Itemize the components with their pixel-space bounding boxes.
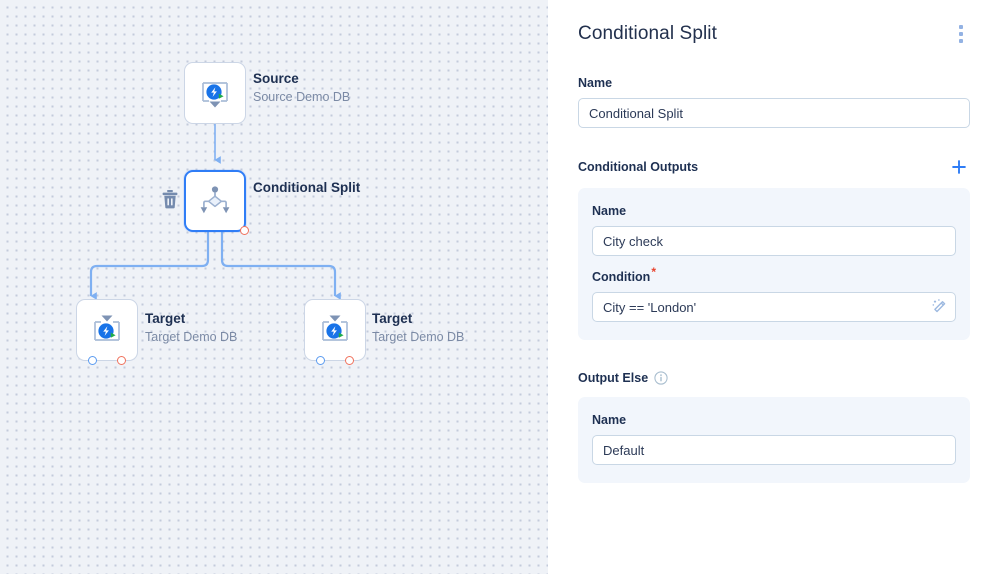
output-name-field-row: Name xyxy=(592,204,956,256)
kebab-dot xyxy=(959,39,963,43)
output-else-card: Name xyxy=(578,397,970,483)
add-conditional-output-button[interactable] xyxy=(948,156,970,178)
split-branch-icon xyxy=(200,186,230,214)
node-title: Target xyxy=(372,311,413,326)
input-port-blue[interactable] xyxy=(88,356,97,365)
flow-node-source[interactable] xyxy=(184,62,246,124)
output-name-input[interactable] xyxy=(592,226,956,256)
info-icon[interactable] xyxy=(654,371,668,385)
output-condition-label-text: Condition xyxy=(592,270,651,284)
else-name-input[interactable] xyxy=(592,435,956,465)
plus-icon xyxy=(952,160,966,174)
magic-wand-button[interactable] xyxy=(930,298,949,317)
conditional-outputs-title: Conditional Outputs xyxy=(578,160,699,174)
name-field-row: Name xyxy=(578,76,970,128)
output-else-header: Output Else xyxy=(578,370,970,386)
flow-node-target-right-label: Target Target Demo DB xyxy=(372,311,464,345)
flow-node-conditional-split[interactable] xyxy=(184,170,249,235)
output-port-red[interactable] xyxy=(345,356,354,365)
output-name-label: Name xyxy=(592,204,627,218)
output-port-red[interactable] xyxy=(117,356,126,365)
conditional-output-card: Name Condition* xyxy=(578,188,970,340)
conditional-split-editor: Source Source Demo DB Conditional Split … xyxy=(0,0,1000,574)
output-port-red[interactable] xyxy=(240,226,249,235)
delete-node-button[interactable] xyxy=(161,189,179,209)
node-subtitle: Source Demo DB xyxy=(253,90,351,104)
flow-node-target-right[interactable] xyxy=(304,299,366,365)
name-label: Name xyxy=(578,76,613,90)
magic-wand-icon xyxy=(932,299,946,313)
database-target-icon xyxy=(94,315,120,341)
else-name-label: Name xyxy=(592,413,627,427)
kebab-dot xyxy=(959,32,963,36)
kebab-menu-icon[interactable] xyxy=(952,22,970,44)
output-else-title: Output Else xyxy=(578,371,649,385)
database-target-icon xyxy=(322,315,348,341)
name-input[interactable] xyxy=(578,98,970,128)
node-subtitle: Target Demo DB xyxy=(372,330,465,344)
input-port-blue[interactable] xyxy=(316,356,325,365)
flow-node-conditional-split-label: Conditional Split xyxy=(253,179,360,197)
output-condition-field-row: Condition* xyxy=(592,266,956,322)
output-condition-input[interactable] xyxy=(592,292,956,322)
flow-node-target-left[interactable] xyxy=(76,299,138,365)
panel-header: Conditional Split xyxy=(578,22,970,46)
node-subtitle: Target Demo DB xyxy=(145,330,238,344)
node-title: Target xyxy=(145,311,186,326)
kebab-dot xyxy=(959,25,963,29)
required-asterisk: * xyxy=(651,264,656,279)
flow-node-target-left-label: Target Target Demo DB xyxy=(145,311,237,345)
flow-canvas[interactable]: Source Source Demo DB Conditional Split … xyxy=(0,0,548,574)
else-name-field-row: Name xyxy=(592,413,956,465)
properties-panel: Conditional Split Name Conditional Outpu… xyxy=(548,0,1000,574)
condition-input-wrap xyxy=(592,292,956,322)
database-source-icon xyxy=(202,82,228,108)
trash-icon xyxy=(162,190,178,209)
node-title: Source xyxy=(253,71,299,86)
node-title: Conditional Split xyxy=(253,180,361,195)
conditional-outputs-header: Conditional Outputs xyxy=(578,156,970,178)
page-title: Conditional Split xyxy=(578,23,718,44)
flow-node-source-label: Source Source Demo DB xyxy=(253,71,350,105)
output-condition-label: Condition* xyxy=(592,266,956,285)
